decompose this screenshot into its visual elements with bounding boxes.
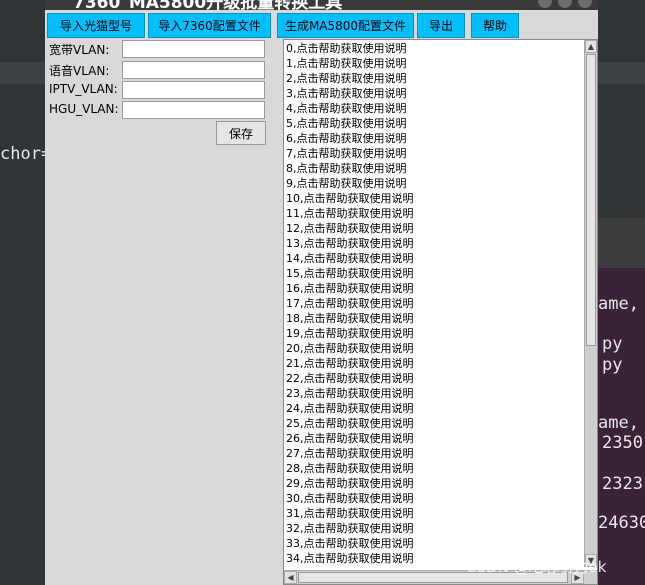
list-item[interactable]: 8,点击帮助获取使用说明 bbox=[286, 161, 582, 176]
list-item[interactable]: 16,点击帮助获取使用说明 bbox=[286, 281, 582, 296]
list-item[interactable]: 27,点击帮助获取使用说明 bbox=[286, 446, 582, 461]
list-item[interactable]: 28,点击帮助获取使用说明 bbox=[286, 461, 582, 476]
list-item[interactable]: 12,点击帮助获取使用说明 bbox=[286, 221, 582, 236]
list-item[interactable]: 10,点击帮助获取使用说明 bbox=[286, 191, 582, 206]
background-terminal-line: ame, a bbox=[598, 294, 645, 314]
list-item[interactable]: 23,点击帮助获取使用说明 bbox=[286, 386, 582, 401]
list-item[interactable]: 14,点击帮助获取使用说明 bbox=[286, 251, 582, 266]
save-button[interactable]: 保存 bbox=[216, 121, 266, 145]
close-icon[interactable] bbox=[578, 0, 592, 8]
hgu-vlan-input[interactable] bbox=[122, 101, 265, 119]
background-terminal-line: py bbox=[602, 334, 623, 354]
maximize-icon[interactable] bbox=[558, 0, 572, 8]
minimize-icon[interactable] bbox=[538, 0, 552, 8]
vertical-scroll-thumb[interactable] bbox=[586, 54, 596, 346]
list-item[interactable]: 6,点击帮助获取使用说明 bbox=[286, 131, 582, 146]
list-item[interactable]: 15,点击帮助获取使用说明 bbox=[286, 266, 582, 281]
list-item[interactable]: 11,点击帮助获取使用说明 bbox=[286, 206, 582, 221]
list-item[interactable]: 31,点击帮助获取使用说明 bbox=[286, 506, 582, 521]
background-terminal-line: py bbox=[602, 355, 623, 375]
vertical-scrollbar[interactable]: ▲ ▼ bbox=[584, 40, 597, 567]
broadband-vlan-label: 宽带VLAN: bbox=[49, 43, 110, 57]
list-item[interactable]: 19,点击帮助获取使用说明 bbox=[286, 326, 582, 341]
list-item[interactable]: 1,点击帮助获取使用说明 bbox=[286, 56, 582, 71]
scroll-left-icon[interactable]: ◀ bbox=[284, 571, 297, 584]
list-item[interactable]: 17,点击帮助获取使用说明 bbox=[286, 296, 582, 311]
voice-vlan-input[interactable] bbox=[122, 61, 265, 79]
voice-vlan-label: 语音VLAN: bbox=[49, 64, 110, 78]
broadband-vlan-input[interactable] bbox=[122, 40, 265, 58]
output-list: 0,点击帮助获取使用说明 1,点击帮助获取使用说明 2,点击帮助获取使用说明 3,点击… bbox=[286, 41, 582, 566]
list-item[interactable]: 3,点击帮助获取使用说明 bbox=[286, 86, 582, 101]
list-item[interactable]: 21,点击帮助获取使用说明 bbox=[286, 356, 582, 371]
list-item[interactable]: 30,点击帮助获取使用说明 bbox=[286, 491, 582, 506]
app-window: 7360_MA5800升级批量转换工具 导入光猫型号 导入7360配置文件 生成… bbox=[45, 0, 598, 585]
background-terminal-line: ame, a bbox=[598, 413, 645, 433]
hgu-vlan-label: HGU_VLAN: bbox=[49, 102, 119, 116]
help-button[interactable]: 帮助 bbox=[471, 13, 519, 38]
list-item[interactable]: 26,点击帮助获取使用说明 bbox=[286, 431, 582, 446]
background-code-text: chor= bbox=[0, 144, 52, 164]
title-bar: 7360_MA5800升级批量转换工具 bbox=[45, 0, 598, 10]
list-item[interactable]: 25,点击帮助获取使用说明 bbox=[286, 416, 582, 431]
export-button[interactable]: 导出 bbox=[417, 13, 465, 38]
list-item[interactable]: 33,点击帮助获取使用说明 bbox=[286, 536, 582, 551]
list-item[interactable]: 20,点击帮助获取使用说明 bbox=[286, 341, 582, 356]
background-terminal-header bbox=[598, 218, 645, 268]
import-7360-config-button[interactable]: 导入7360配置文件 bbox=[148, 13, 271, 38]
list-item[interactable]: 22,点击帮助获取使用说明 bbox=[286, 371, 582, 386]
list-item[interactable]: 24,点击帮助获取使用说明 bbox=[286, 401, 582, 416]
list-item[interactable]: 29,点击帮助获取使用说明 bbox=[286, 476, 582, 491]
list-item[interactable]: 32,点击帮助获取使用说明 bbox=[286, 521, 582, 536]
background-terminal-line: 2350 bbox=[602, 433, 643, 453]
window-title: 7360_MA5800升级批量转换工具 bbox=[73, 0, 343, 10]
list-item[interactable]: 0,点击帮助获取使用说明 bbox=[286, 41, 582, 56]
list-item[interactable]: 13,点击帮助获取使用说明 bbox=[286, 236, 582, 251]
list-item[interactable]: 9,点击帮助获取使用说明 bbox=[286, 176, 582, 191]
list-item[interactable]: 2,点击帮助获取使用说明 bbox=[286, 71, 582, 86]
list-item[interactable]: 5,点击帮助获取使用说明 bbox=[286, 116, 582, 131]
watermark: CSDN @地心引力ok bbox=[466, 558, 607, 576]
iptv-vlan-label: IPTV_VLAN: bbox=[49, 82, 118, 96]
list-item[interactable]: 7,点击帮助获取使用说明 bbox=[286, 146, 582, 161]
output-listbox[interactable]: 0,点击帮助获取使用说明 1,点击帮助获取使用说明 2,点击帮助获取使用说明 3,点击… bbox=[283, 39, 598, 585]
list-item[interactable]: 4,点击帮助获取使用说明 bbox=[286, 101, 582, 116]
scroll-up-icon[interactable]: ▲ bbox=[585, 40, 597, 53]
import-modem-model-button[interactable]: 导入光猫型号 bbox=[47, 13, 145, 38]
iptv-vlan-input[interactable] bbox=[122, 81, 265, 99]
list-item[interactable]: 18,点击帮助获取使用说明 bbox=[286, 311, 582, 326]
background-terminal-line: 2323 bbox=[602, 474, 643, 494]
background-terminal-line: 24630 bbox=[598, 513, 645, 533]
generate-ma5800-config-button[interactable]: 生成MA5800配置文件 bbox=[277, 13, 414, 38]
